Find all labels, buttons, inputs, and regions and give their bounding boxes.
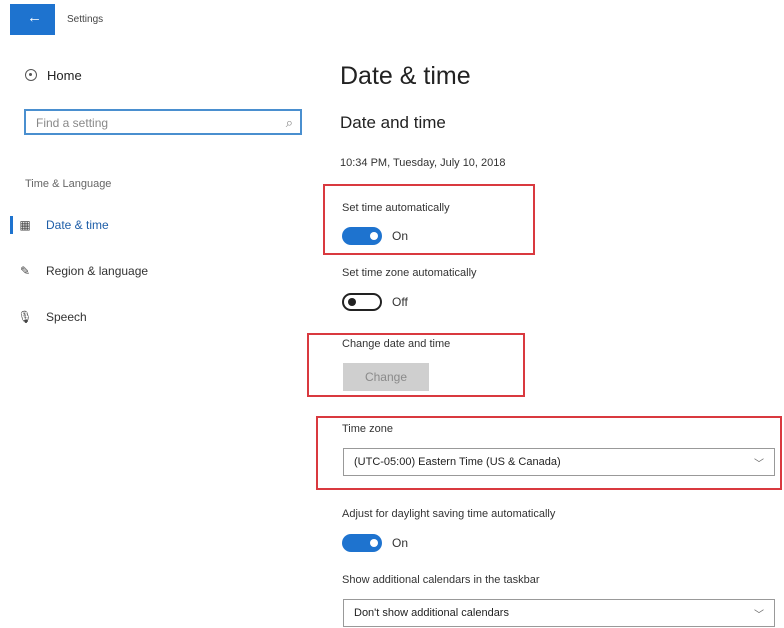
- search-icon[interactable]: ⌕: [286, 115, 293, 131]
- set-time-auto-toggle[interactable]: [342, 227, 382, 245]
- sidebar-item-label: Region & language: [46, 264, 149, 278]
- sidebar-item-date-time[interactable]: ▦ Date & time: [10, 213, 216, 237]
- section-title: Date and time: [340, 113, 446, 132]
- home-label: Home: [47, 67, 82, 83]
- sidebar-item-label: Speech: [46, 310, 87, 324]
- sidebar-home[interactable]: Home: [25, 64, 185, 86]
- daylight-saving-row: On: [342, 534, 408, 552]
- back-button[interactable]: ←: [10, 4, 55, 35]
- microphone-icon: 🎙: [17, 310, 33, 324]
- set-time-auto-state: On: [392, 229, 409, 243]
- window-title: Settings: [67, 14, 104, 25]
- daylight-saving-state: On: [392, 536, 409, 550]
- daylight-saving-toggle[interactable]: [342, 534, 382, 552]
- time-zone-value: (UTC-05:00) Eastern Time (US & Canada): [354, 456, 561, 468]
- search-input[interactable]: [34, 112, 278, 134]
- time-zone-select[interactable]: (UTC-05:00) Eastern Time (US & Canada) ﹀: [343, 448, 775, 476]
- set-time-auto-row: On: [342, 227, 408, 245]
- additional-calendars-label: Show additional calendars in the taskbar: [342, 574, 540, 586]
- time-zone-label: Time zone: [342, 423, 393, 435]
- set-timezone-auto-toggle[interactable]: [342, 293, 382, 311]
- sidebar-item-speech[interactable]: 🎙 Speech: [16, 305, 216, 329]
- change-datetime-button[interactable]: Change: [343, 363, 429, 391]
- section-heading: Time & Language: [25, 178, 112, 190]
- back-arrow-icon: ←: [27, 9, 42, 26]
- set-timezone-auto-label: Set time zone automatically: [342, 267, 477, 279]
- gear-icon: [25, 69, 37, 81]
- additional-calendars-value: Don't show additional calendars: [354, 607, 509, 619]
- chevron-down-icon: ﹀: [754, 610, 764, 621]
- daylight-saving-label: Adjust for daylight saving time automati…: [342, 508, 556, 520]
- search-box[interactable]: ⌕: [24, 109, 302, 135]
- change-datetime-label: Change date and time: [342, 338, 451, 350]
- set-timezone-auto-row: Off: [342, 293, 408, 311]
- set-timezone-auto-state: Off: [392, 295, 408, 309]
- chevron-down-icon: ﹀: [754, 459, 764, 470]
- additional-calendars-select[interactable]: Don't show additional calendars ﹀: [343, 599, 775, 627]
- current-datetime: 10:34 PM, Tuesday, July 10, 2018: [340, 157, 506, 169]
- sidebar-item-region-language[interactable]: ✎ Region & language: [16, 259, 216, 283]
- set-time-auto-label: Set time automatically: [342, 202, 450, 214]
- region-language-icon: ✎: [19, 264, 31, 278]
- page-title: Date & time: [340, 62, 471, 90]
- calendar-clock-icon: ▦: [19, 218, 31, 232]
- sidebar-item-label: Date & time: [46, 218, 109, 232]
